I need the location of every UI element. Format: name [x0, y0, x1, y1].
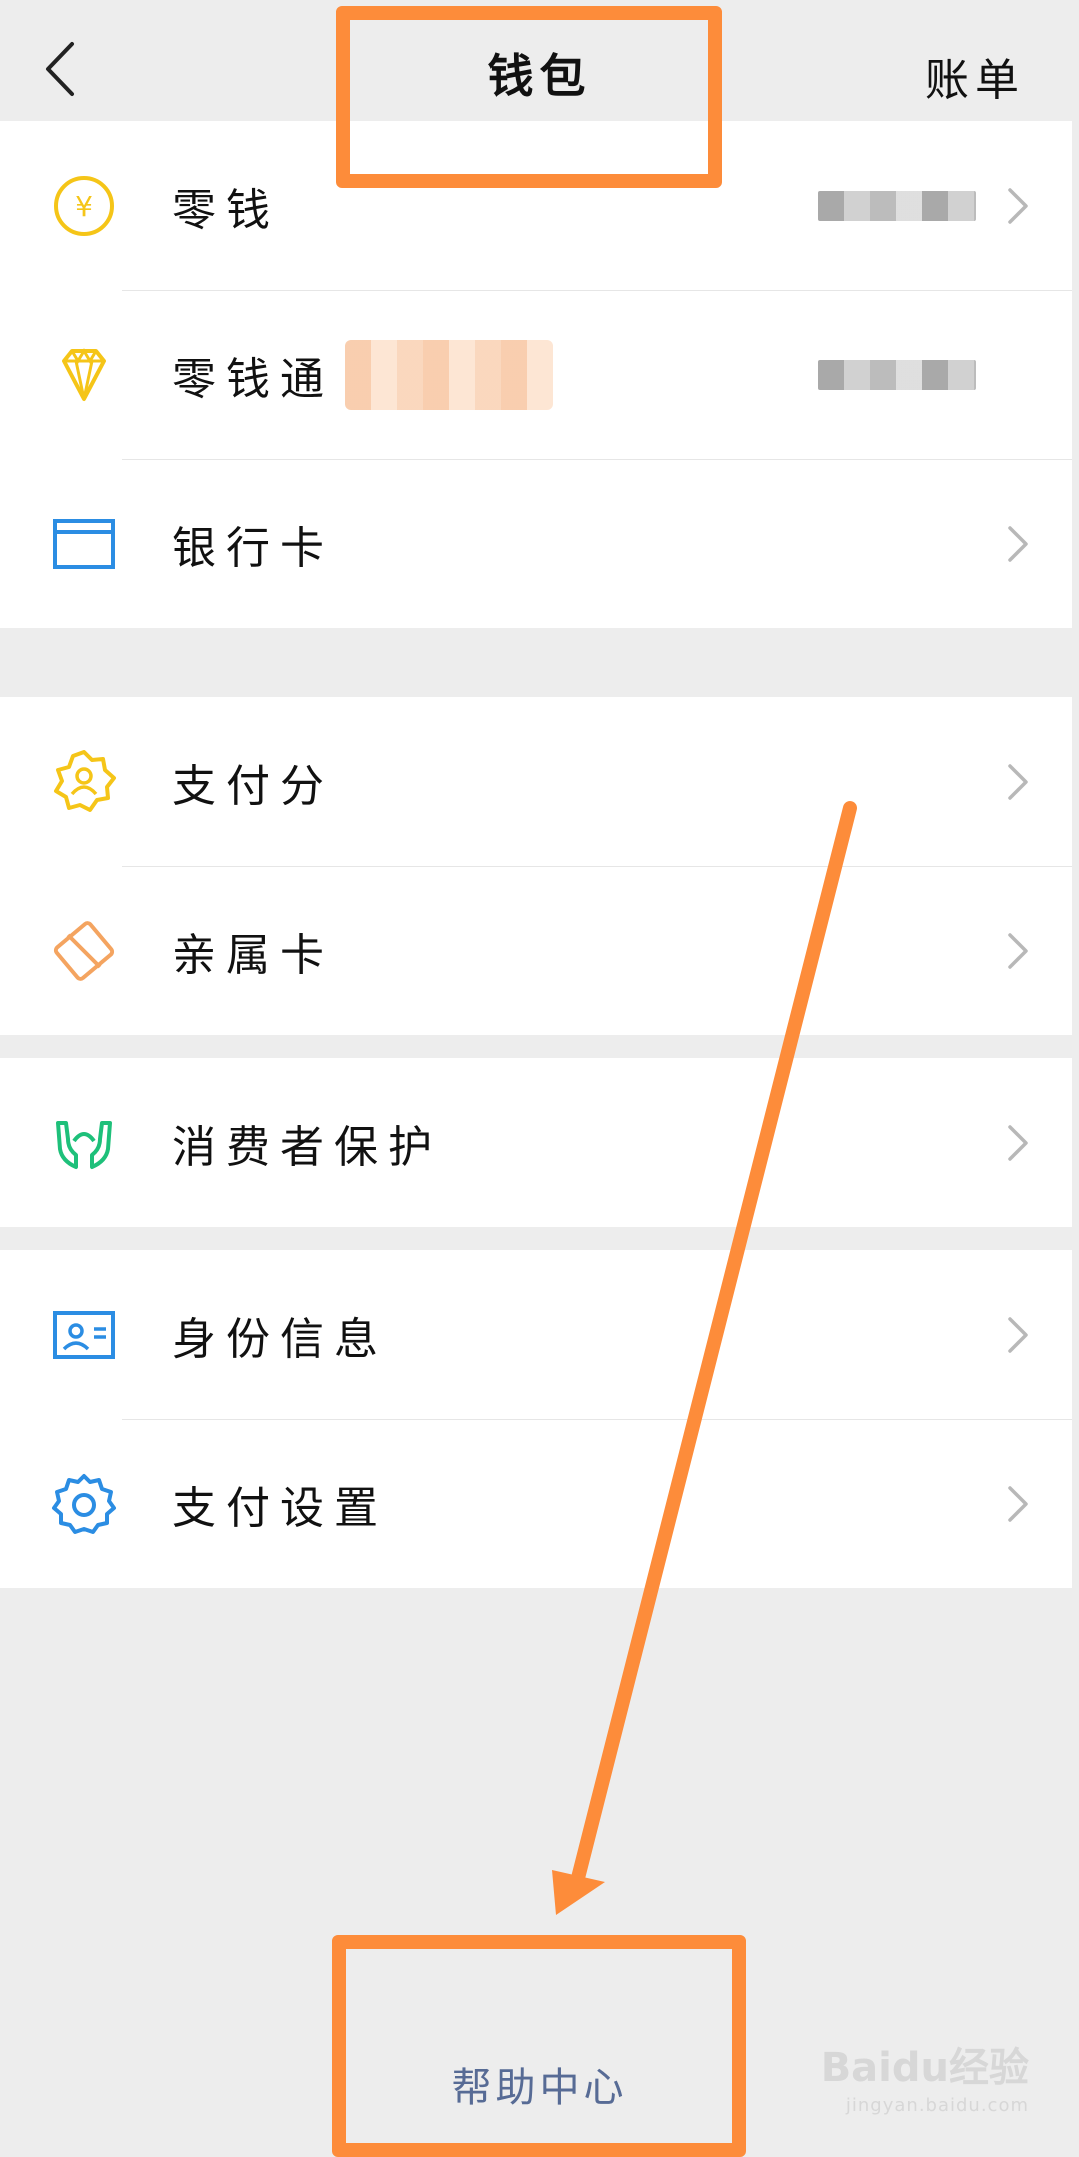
list-item-label: 零钱 [172, 184, 280, 236]
help-center-highlight-box [332, 1935, 746, 2157]
redacted-promo [345, 339, 553, 410]
svg-text:¥: ¥ [75, 190, 93, 223]
chevron-right-icon [1008, 525, 1028, 562]
watermark-brand: Baidu经验 [820, 2045, 1029, 2091]
diamond-icon [62, 347, 106, 401]
list-item-pay-score[interactable]: 支付分 [0, 697, 1072, 866]
wallet-group-1: ¥ 零钱 零钱通 银行卡 [0, 121, 1072, 628]
baidu-watermark: Baidu经验 jingyan.baidu.com [821, 2035, 1029, 2116]
watermark-url: jingyan.baidu.com [845, 2095, 1029, 2116]
list-item-identity-info[interactable]: 身份信息 [0, 1250, 1072, 1419]
list-item-label: 亲属卡 [172, 929, 334, 981]
list-item-label: 身份信息 [172, 1313, 388, 1365]
bank-card-icon [53, 518, 115, 569]
chevron-right-icon [1008, 187, 1028, 224]
id-card-icon [53, 1310, 115, 1359]
list-item-label: 消费者保护 [172, 1121, 442, 1173]
list-item-family-card[interactable]: 亲属卡 [0, 866, 1072, 1035]
settings-gear-icon [52, 1473, 116, 1534]
chevron-right-icon [1008, 763, 1028, 800]
title-highlight-box [336, 6, 722, 188]
wallet-group-4: 身份信息 支付设置 [0, 1250, 1072, 1588]
list-item-change-pass[interactable]: 零钱通 [0, 290, 1072, 459]
chevron-right-icon [1008, 1124, 1028, 1161]
yuan-coin-icon: ¥ [54, 175, 114, 236]
bill-button[interactable]: 账单 [925, 44, 1025, 108]
list-item-label: 支付分 [172, 760, 334, 812]
chevron-right-icon [1008, 932, 1028, 969]
wallet-group-3: 消费者保护 [0, 1058, 1072, 1227]
hands-protect-icon [56, 1120, 112, 1169]
list-item-payment-settings[interactable]: 支付设置 [0, 1419, 1072, 1588]
chevron-right-icon [1008, 1485, 1028, 1522]
redacted-balance [818, 190, 976, 221]
list-item-label: 银行卡 [172, 522, 334, 574]
list-item-label: 支付设置 [172, 1482, 388, 1534]
redacted-balance [818, 359, 976, 390]
chevron-right-icon [1008, 1316, 1028, 1353]
pay-score-badge-icon [54, 749, 116, 812]
list-item-label: 零钱通 [172, 353, 334, 405]
list-item-bank-card[interactable]: 银行卡 [0, 459, 1072, 628]
wallet-group-2: 支付分 亲属卡 [0, 697, 1072, 1035]
family-card-icon [53, 920, 115, 981]
list-item-consumer-protection[interactable]: 消费者保护 [0, 1058, 1072, 1227]
